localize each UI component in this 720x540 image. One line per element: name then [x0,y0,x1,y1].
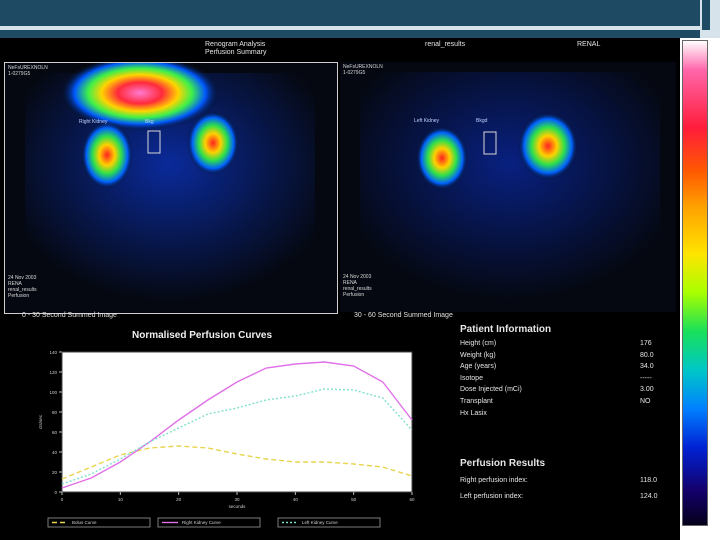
y-tick-label: 100 [49,390,57,395]
perfusion-heatmap-1: Right Kidney Bkg [25,63,315,303]
x-tick-label: 40 [293,497,299,502]
patient-info-label: Hx Lasix [460,409,487,417]
study-title-line1: Renogram Analysis [205,41,266,48]
y-tick-label: 40 [52,450,58,455]
department-name: RENAL [577,41,601,48]
scan-report: Renogram Analysis Perfusion Summary rena… [0,38,680,540]
patient-info-label: Isotope [460,374,483,382]
perfusion-label: Left perfusion index: [460,493,524,500]
patient-info-value: 34.0 [640,363,654,371]
legend-label: Right Kidney Curve [182,520,221,525]
legend-label: Left Kidney Curve [302,520,338,525]
scan-image-1[interactable]: Right Kidney Bkg NeFsUREXNOLN 1-0279G5 2… [4,62,338,314]
patient-info-value: 176 [640,340,652,347]
x-tick-label: 30 [234,497,240,502]
y-tick-label: 120 [49,370,57,375]
scan1-label-0: Right Kidney [79,119,108,125]
scan-image-2[interactable]: Left Kidney Bkgd NeFsUREXNOLN 1-0279G5 2… [340,62,676,312]
header-divider [0,26,700,30]
scan1-meta-top: NeFsUREXNOLN 1-0279G5 [8,65,48,77]
x-tick-label: 20 [176,497,182,502]
scan1-caption: 0 - 30 Second Summed Image [22,312,117,319]
right-kidney-region [81,121,133,189]
patient-info-value: 3.00 [640,386,654,394]
y-axis-label: cts/sec [38,414,43,429]
perfusion-value: 124.0 [640,493,658,500]
scan2-meta-bottom: 24 Nov 2003 RENA renal_results Perfusion [343,274,372,298]
left-kidney-region-2 [518,112,578,180]
x-tick-label: 0 [61,497,64,502]
patient-info-value: ----- [640,374,652,382]
patient-info-title: Patient Information [460,324,552,335]
chart-title: Normalised Perfusion Curves [132,330,273,341]
x-axis-label: seconds [229,504,247,509]
patient-info: Patient Information [460,324,551,335]
y-tick-label: 20 [52,470,58,475]
scan2-meta-top: NeFsUREXNOLN 1-0279G5 [343,64,383,76]
body-background-2 [360,72,660,302]
y-tick-label: 0 [54,490,57,495]
y-tick-label: 140 [49,350,57,355]
chart-plot-area [61,351,413,493]
patient-info-value: 80.0 [640,351,654,359]
protocol-name: renal_results [425,41,466,48]
perfusion-results-title: Perfusion Results [460,458,546,469]
scan2-label-1: Bkgd [476,118,488,124]
slide-header-bar [0,0,720,38]
legend-label: Bolus Curve [72,520,97,525]
patient-info-value: NO [640,398,651,405]
patient-info-label: Height (cm) [460,340,497,347]
right-kidney-region-2 [416,126,468,190]
color-scale-bar [682,40,708,526]
scan2-caption: 30 - 60 Second Summed Image [354,312,453,319]
header-corner-inner [702,0,710,30]
y-tick-label: 60 [52,430,58,435]
left-kidney-region [187,111,239,175]
y-tick-label: 80 [52,410,58,415]
scan1-label-1: Bkg [145,119,154,125]
perfusion-results: Perfusion Results [460,458,545,469]
scan1-meta-bottom: 24 Nov 2003 RENA renal_results Perfusion [8,275,37,299]
perfusion-label: Right perfusion index: [460,477,528,484]
x-tick-label: 10 [118,497,124,502]
x-tick-label: 60 [409,497,415,502]
patient-info-label: Weight (kg) [460,351,496,359]
patient-info-label: Age (years) [460,363,497,371]
patient-info-label: Dose Injected (mCi) [460,386,522,394]
study-title: Renogram Analysis Perfusion Summary [205,41,266,57]
x-tick-label: 50 [351,497,357,502]
patient-info-label: Transplant [460,398,493,405]
perfusion-chart[interactable]: 0 20 40 60 80 100 120 140 0 10 20 30 40 50 60 cts/sec se… [30,344,430,532]
study-title-line2: Perfusion Summary [205,49,267,56]
perfusion-value: 118.0 [640,477,657,484]
scan2-label-0: Left Kidney [414,118,440,124]
perfusion-heatmap-2: Left Kidney Bkgd [360,72,660,302]
